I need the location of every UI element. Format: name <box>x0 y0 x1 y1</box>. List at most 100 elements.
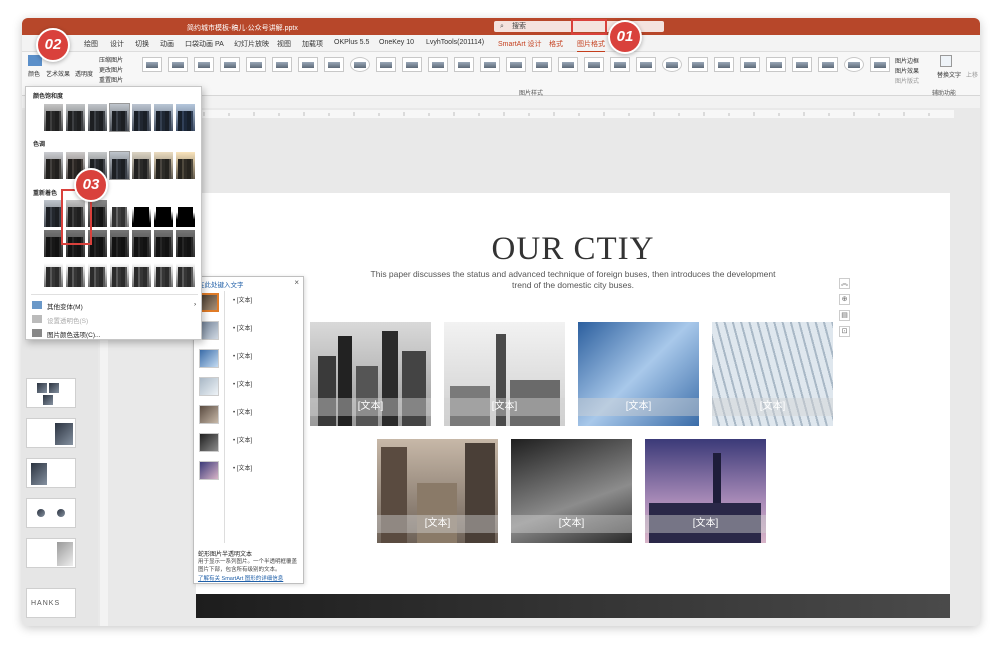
style-thumb[interactable] <box>688 57 708 72</box>
color-swatch[interactable] <box>66 104 85 131</box>
collapse-icon[interactable]: ︽ <box>839 278 850 289</box>
layout-options-icon[interactable]: ⊕ <box>839 294 850 305</box>
color-swatch[interactable] <box>176 104 195 131</box>
style-thumb[interactable] <box>324 57 344 72</box>
artistic-effects-button[interactable]: 艺术效果 <box>46 69 70 78</box>
slide-thumbnail[interactable] <box>26 498 76 528</box>
color-button[interactable]: 颜色 <box>28 69 40 78</box>
set-transparent-item[interactable]: 设置透明色(S) <box>47 315 88 325</box>
picture-effects-button[interactable]: 图片效果 <box>895 66 919 75</box>
color-swatch[interactable] <box>110 260 129 287</box>
reset-picture-button[interactable]: 重置图片 <box>99 75 123 84</box>
tab-slideshow[interactable]: 幻灯片放映 <box>234 39 269 49</box>
color-swatch[interactable] <box>88 104 107 131</box>
city-photo[interactable]: [文本] <box>511 439 632 543</box>
text-pane-bullet[interactable]: • [文本] <box>233 435 252 444</box>
color-swatch[interactable] <box>176 152 195 179</box>
style-thumb[interactable] <box>740 57 760 72</box>
style-thumb[interactable] <box>818 57 838 72</box>
text-pane-bullet[interactable]: • [文本] <box>233 323 252 332</box>
slide-subtitle[interactable]: This paper discusses the status and adva… <box>352 269 794 291</box>
picture-border-button[interactable]: 图片边框 <box>895 56 919 65</box>
tab-lvyhtools[interactable]: LvyhTools(201114) <box>426 39 484 46</box>
bring-forward-button[interactable]: 上移 <box>966 70 978 79</box>
text-pane-picture[interactable] <box>199 461 219 480</box>
style-thumb[interactable] <box>142 57 162 72</box>
compress-button[interactable]: 压缩图片 <box>99 55 123 64</box>
picture-color-options-item[interactable]: 图片颜色选项(C)... <box>47 329 100 339</box>
style-thumb[interactable] <box>220 57 240 72</box>
color-swatch[interactable] <box>44 104 63 131</box>
style-thumb[interactable] <box>298 57 318 72</box>
tab-onekey[interactable]: OneKey 10 <box>379 39 414 46</box>
style-thumb[interactable] <box>506 57 526 72</box>
slide-thumbnail[interactable] <box>26 538 76 568</box>
style-thumb[interactable] <box>558 57 578 72</box>
tab-addins[interactable]: 加载项 <box>302 39 323 49</box>
slide-thumbnail[interactable] <box>26 378 76 408</box>
tab-okplus[interactable]: OKPlus 5.5 <box>334 39 369 46</box>
tab-draw[interactable]: 绘图 <box>84 39 98 49</box>
filter-icon[interactable]: ⊡ <box>839 326 850 337</box>
text-pane-bullet[interactable]: • [文本] <box>233 351 252 360</box>
style-thumb[interactable] <box>662 57 682 72</box>
color-swatch[interactable] <box>154 104 173 131</box>
color-swatch[interactable] <box>66 260 85 287</box>
style-thumb[interactable] <box>350 57 370 72</box>
learn-more-link[interactable]: 了解有关 SmartArt 图形的详细信息 <box>198 574 283 582</box>
text-pane-picture[interactable] <box>199 433 219 452</box>
picture-layout-button[interactable]: 图片版式 <box>895 76 919 85</box>
color-swatch[interactable] <box>154 152 173 179</box>
tab-animations[interactable]: 动画 <box>160 39 174 49</box>
city-photo[interactable]: [文本] <box>578 322 699 426</box>
style-thumb[interactable] <box>376 57 396 72</box>
color-swatch[interactable] <box>44 260 63 287</box>
tab-transitions[interactable]: 切换 <box>135 39 149 49</box>
close-icon[interactable]: × <box>294 278 299 287</box>
transparency-button[interactable]: 透明度 <box>75 69 93 78</box>
color-swatch[interactable] <box>176 230 195 257</box>
color-swatch[interactable] <box>154 260 173 287</box>
color-swatch[interactable] <box>132 104 151 131</box>
color-swatch[interactable] <box>176 200 195 227</box>
tab-design[interactable]: 设计 <box>110 39 124 49</box>
color-swatch[interactable] <box>154 230 173 257</box>
style-thumb[interactable] <box>584 57 604 72</box>
style-thumb[interactable] <box>792 57 812 72</box>
color-swatch[interactable] <box>132 152 151 179</box>
smartart-text-pane[interactable]: 在此处键入文字 × • [文本] • [文本] • [文本] • [文本] • … <box>193 276 304 584</box>
color-swatch[interactable] <box>88 260 107 287</box>
text-pane-bullet[interactable]: • [文本] <box>233 379 252 388</box>
style-thumb[interactable] <box>402 57 422 72</box>
style-thumb[interactable] <box>428 57 448 72</box>
slide-thumbnail[interactable] <box>26 418 76 448</box>
text-pane-bullet[interactable]: • [文本] <box>233 407 252 416</box>
style-thumb[interactable] <box>844 57 864 72</box>
slide-canvas[interactable]: OUR CTIY This paper discusses the status… <box>196 193 950 618</box>
style-thumb[interactable] <box>194 57 214 72</box>
tab-smartart-design[interactable]: SmartArt 设计 <box>498 39 542 49</box>
style-thumb[interactable] <box>272 57 292 72</box>
text-pane-picture[interactable] <box>199 321 219 340</box>
style-thumb[interactable] <box>870 57 890 72</box>
text-pane-bullet[interactable]: • [文本] <box>233 463 252 472</box>
color-swatch[interactable] <box>132 200 151 227</box>
style-thumb[interactable] <box>454 57 474 72</box>
text-pane-picture[interactable] <box>199 293 219 312</box>
text-pane-picture[interactable] <box>199 349 219 368</box>
tab-format[interactable]: 格式 <box>549 39 563 49</box>
text-pane-picture[interactable] <box>199 405 219 424</box>
color-swatch[interactable] <box>110 230 129 257</box>
color-swatch[interactable] <box>110 200 129 227</box>
styles-icon[interactable]: ▤ <box>839 310 850 321</box>
color-swatch[interactable] <box>44 152 63 179</box>
slide-thumbnail[interactable] <box>26 458 76 488</box>
color-swatch[interactable] <box>132 260 151 287</box>
text-pane-picture[interactable] <box>199 377 219 396</box>
style-thumb[interactable] <box>246 57 266 72</box>
more-variations-item[interactable]: 其他变体(M) <box>47 301 83 311</box>
style-thumb[interactable] <box>636 57 656 72</box>
city-photo[interactable]: [文本] <box>310 322 431 426</box>
style-thumb[interactable] <box>480 57 500 72</box>
style-thumb[interactable] <box>532 57 552 72</box>
